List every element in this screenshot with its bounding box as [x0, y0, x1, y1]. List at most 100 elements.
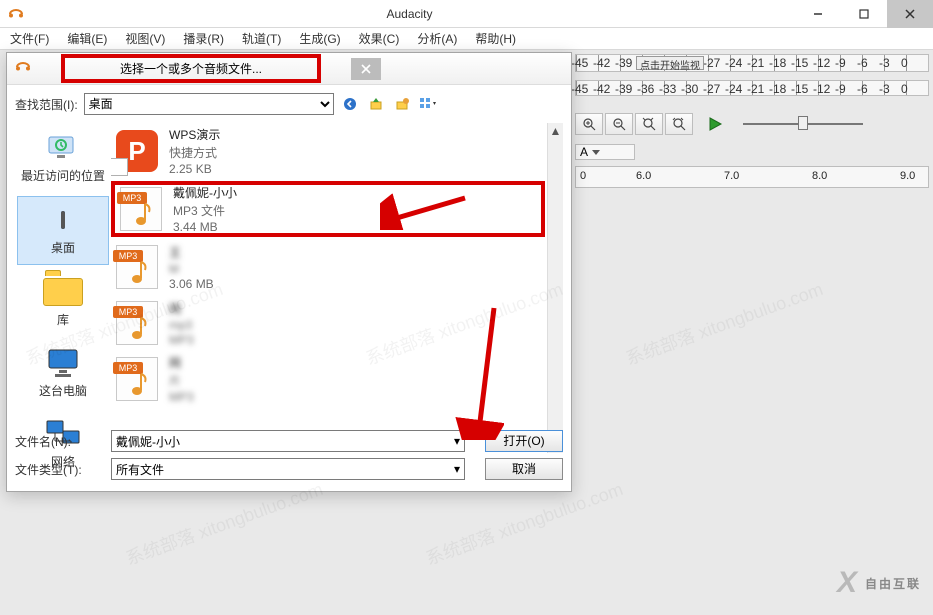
file-name: 网	[169, 300, 194, 317]
dialog-title: 选择一个或多个音频文件...	[61, 54, 321, 83]
wps-icon: P	[115, 129, 159, 173]
menu-analyze[interactable]: 分析(A)	[411, 28, 463, 49]
minimize-button[interactable]	[795, 0, 841, 28]
annotation-arrow-icon	[380, 190, 470, 230]
time-tick: 7.0	[724, 170, 739, 182]
dialog-close-button[interactable]	[351, 58, 381, 80]
menu-edit[interactable]: 编辑(E)	[61, 28, 113, 49]
file-name: 王	[169, 244, 214, 261]
recent-icon	[43, 131, 83, 165]
tick: -39	[615, 56, 632, 70]
file-item[interactable]: P WPS演示 快捷方式 2.25 KB	[111, 123, 545, 179]
window-buttons	[795, 0, 933, 28]
up-button[interactable]	[366, 94, 386, 114]
headphone-icon	[15, 59, 31, 78]
tick: -36	[637, 82, 654, 96]
maximize-button[interactable]	[841, 0, 887, 28]
scrollbar[interactable]: ▲	[547, 123, 563, 453]
menu-view[interactable]: 视图(V)	[119, 28, 171, 49]
scroll-up-icon[interactable]: ▲	[548, 123, 563, 139]
file-type: mp3	[169, 318, 194, 332]
chevron-down-icon	[592, 150, 600, 155]
file-type: MP3 文件	[173, 202, 237, 219]
filetype-value: 所有文件	[116, 461, 164, 478]
tick: -9	[835, 82, 846, 96]
tick: -12	[813, 56, 830, 70]
menu-tracks[interactable]: 轨道(T)	[236, 28, 287, 49]
library-icon	[43, 275, 83, 309]
file-size: 3.06 MB	[169, 277, 214, 291]
tick: -42	[593, 82, 610, 96]
place-label: 桌面	[51, 239, 75, 256]
zoom-in-button[interactable]	[575, 113, 603, 135]
brand-x-icon: X	[837, 566, 859, 600]
window-title: Audacity	[24, 7, 795, 21]
close-button[interactable]	[887, 0, 933, 28]
place-desktop[interactable]: 桌面	[17, 196, 109, 265]
db-meter-top[interactable]: -45 -42 -39 -33 -30 -27 -24 -21 -18 -15 …	[575, 54, 929, 72]
cancel-button[interactable]: 取消	[485, 458, 563, 480]
footer-brand: X 自由互联	[837, 566, 921, 600]
zoom-fit-button[interactable]	[665, 113, 693, 135]
filename-label: 文件名(N):	[15, 433, 101, 450]
time-ruler[interactable]: 0 6.0 7.0 8.0 9.0	[575, 166, 929, 188]
tick: -18	[769, 56, 786, 70]
tick: -3	[879, 56, 890, 70]
view-menu-button[interactable]	[418, 94, 438, 114]
db-meter-bottom[interactable]: -45 -42 -39 -36 -33 -30 -27 -24 -21 -18 …	[575, 80, 929, 96]
volume-slider[interactable]	[743, 121, 863, 127]
tick: -18	[769, 82, 786, 96]
mp3-icon: MP3	[115, 245, 159, 289]
selection-label: A	[580, 145, 588, 159]
desktop-icon	[43, 203, 83, 237]
place-recent[interactable]: 最近访问的位置	[17, 125, 109, 192]
filetype-select[interactable]: 所有文件 ▾	[111, 458, 465, 480]
main-area: -45 -42 -39 -33 -30 -27 -24 -21 -18 -15 …	[0, 50, 933, 615]
place-label: 库	[57, 311, 69, 328]
file-item[interactable]: MP3 王 M 3.06 MB	[111, 239, 545, 295]
menu-file[interactable]: 文件(F)	[4, 28, 55, 49]
place-libraries[interactable]: 库	[17, 269, 109, 336]
zoom-sel-button[interactable]	[635, 113, 663, 135]
tick: -21	[747, 56, 764, 70]
places-bar: 最近访问的位置 桌面 库	[15, 123, 111, 453]
tick: 0	[901, 82, 908, 96]
mp3-icon: MP3	[119, 187, 163, 231]
brand-text: 自由互联	[865, 575, 921, 592]
tick: -45	[571, 82, 588, 96]
monitor-button[interactable]: 点击开始监视	[636, 56, 704, 70]
place-label: 最近访问的位置	[21, 167, 105, 184]
new-folder-button[interactable]	[392, 94, 412, 114]
menu-effect[interactable]: 效果(C)	[353, 28, 406, 49]
file-size: MP3	[169, 390, 194, 404]
selection-indicator[interactable]: A	[575, 144, 635, 160]
time-tick: 6.0	[636, 170, 651, 182]
menu-record[interactable]: 播录(R)	[177, 28, 230, 49]
tick: -27	[703, 56, 720, 70]
app-icon	[8, 6, 24, 22]
zoom-out-button[interactable]	[605, 113, 633, 135]
look-in-select[interactable]: 桌面	[84, 93, 334, 115]
mp3-icon: MP3	[115, 301, 159, 345]
back-button[interactable]	[340, 94, 360, 114]
file-size: 2.25 KB	[169, 162, 220, 176]
filename-input[interactable]: 戴佩妮-小小 ▾	[111, 430, 465, 452]
menu-help[interactable]: 帮助(H)	[469, 28, 522, 49]
menu-generate[interactable]: 生成(G)	[293, 28, 346, 49]
file-type: M	[169, 262, 214, 276]
time-tick: 9.0	[900, 170, 915, 182]
slider-thumb-icon[interactable]	[798, 116, 808, 130]
tick: -45	[571, 56, 588, 70]
look-in-row: 查找范围(I): 桌面	[15, 91, 563, 117]
file-type: 快捷方式	[169, 144, 220, 161]
time-tick: 0	[580, 170, 586, 182]
chevron-down-icon: ▾	[454, 462, 460, 476]
place-thispc[interactable]: 这台电脑	[17, 340, 109, 407]
tick: -15	[791, 56, 808, 70]
dialog-titlebar: 选择一个或多个音频文件...	[7, 53, 571, 85]
play-button[interactable]	[703, 113, 727, 135]
tick: -21	[747, 82, 764, 96]
tick: -6	[857, 56, 868, 70]
file-type: 片	[169, 372, 194, 389]
file-item-highlighted[interactable]: MP3 戴佩妮-小小 MP3 文件 3.44 MB	[111, 181, 545, 237]
